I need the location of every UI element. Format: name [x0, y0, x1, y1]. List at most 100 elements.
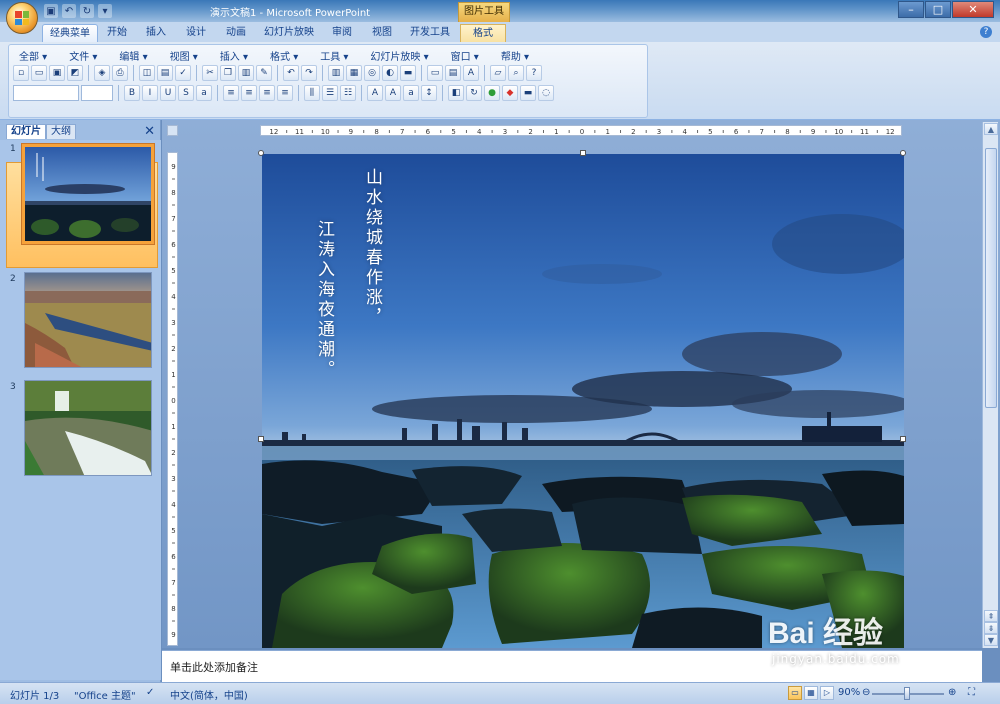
tab-animations[interactable]: 动画 [218, 24, 254, 42]
menu-insert[interactable]: 插入 ▾ [214, 47, 254, 64]
italic-icon[interactable]: I [142, 85, 158, 101]
textbox-icon[interactable]: A [463, 65, 479, 81]
hyperlink-icon[interactable]: ◎ [364, 65, 380, 81]
save-icon[interactable]: ▣ [49, 65, 65, 81]
line-style-icon[interactable]: ▬ [520, 85, 536, 101]
office-button[interactable] [6, 2, 38, 34]
resize-handle-nw[interactable] [258, 150, 264, 156]
tab-review[interactable]: 审阅 [324, 24, 360, 42]
strikethrough-icon[interactable]: S [178, 85, 194, 101]
shrink-font-icon[interactable]: a [403, 85, 419, 101]
font-name-combo[interactable] [13, 85, 79, 101]
new-slide-icon[interactable]: ▭ [427, 65, 443, 81]
shape-icon[interactable]: ▬ [400, 65, 416, 81]
undo-icon[interactable]: ↶ [283, 65, 299, 81]
fit-to-window-icon[interactable]: ⛶ [968, 687, 975, 698]
close-button[interactable]: ✕ [952, 1, 994, 18]
slide-background-photo[interactable] [262, 154, 904, 648]
columns-icon[interactable]: ⫼ [304, 85, 320, 101]
font-size-combo[interactable] [81, 85, 113, 101]
zoom-icon[interactable]: ⌕ [508, 65, 524, 81]
poem-line-1[interactable]: 山水绕城春作涨， [360, 168, 385, 328]
shadow-icon[interactable]: a [196, 85, 212, 101]
bold-icon[interactable]: B [124, 85, 140, 101]
bullets-icon[interactable]: ☰ [322, 85, 338, 101]
zoom-level[interactable]: 90% [838, 687, 860, 698]
cut-icon[interactable]: ✂ [202, 65, 218, 81]
menu-help[interactable]: 帮助 ▾ [495, 47, 535, 64]
save-icon[interactable]: ▣ [44, 4, 58, 18]
print-icon[interactable]: ⎙ [112, 65, 128, 81]
tab-format[interactable]: 格式 [460, 24, 506, 42]
tab-slideshow[interactable]: 幻灯片放映 [258, 24, 320, 42]
justify-icon[interactable]: ≡ [277, 85, 293, 101]
folder-icon[interactable]: ▱ [490, 65, 506, 81]
resize-handle-n[interactable] [580, 150, 586, 156]
resize-handle-ne[interactable] [900, 150, 906, 156]
slide-thumbnail-1[interactable] [22, 144, 154, 244]
layout-icon[interactable]: ▤ [445, 65, 461, 81]
undo-icon[interactable]: ↶ [62, 4, 76, 18]
tab-classic-menu[interactable]: 经典菜单 [42, 24, 98, 42]
menu-view[interactable]: 视图 ▾ [164, 47, 204, 64]
scroll-down-icon[interactable]: ▼ [984, 634, 998, 646]
align-left-icon[interactable]: ≡ [223, 85, 239, 101]
fill-color-icon[interactable]: ● [484, 85, 500, 101]
normal-view-button[interactable]: ▭ [788, 686, 802, 700]
zoom-slider-knob[interactable] [904, 687, 910, 700]
effects-icon[interactable]: ◌ [538, 85, 554, 101]
font-color-icon[interactable]: A [367, 85, 383, 101]
format-painter-icon[interactable]: ✎ [256, 65, 272, 81]
slide-sorter-button[interactable]: ▦ [804, 686, 818, 700]
resize-handle-w[interactable] [258, 436, 264, 442]
scroll-up-icon[interactable]: ▲ [984, 123, 998, 135]
tab-view[interactable]: 视图 [364, 24, 400, 42]
slide-thumbnail-3[interactable] [24, 380, 152, 476]
tab-insert[interactable]: 插入 [138, 24, 174, 42]
customize-qat-icon[interactable]: ▾ [98, 4, 112, 18]
poem-line-2[interactable]: 江涛入海夜通潮。 [312, 220, 337, 380]
notes-placeholder[interactable]: 单击此处添加备注 [170, 659, 258, 675]
zoom-out-icon[interactable]: ⊖ [862, 687, 870, 698]
slideshow-view-button[interactable]: ▷ [820, 686, 834, 700]
tab-outline[interactable]: 大纲 [46, 124, 76, 139]
spelling-icon[interactable]: ✓ [175, 65, 191, 81]
previous-slide-icon[interactable]: ⇞ [984, 610, 998, 622]
align-center-icon[interactable]: ≡ [241, 85, 257, 101]
permission-icon[interactable]: ◈ [94, 65, 110, 81]
scrollbar-thumb[interactable] [985, 148, 997, 408]
tab-slides[interactable]: 幻灯片 [6, 124, 46, 139]
new-icon[interactable]: ▫ [13, 65, 29, 81]
close-icon[interactable]: ✕ [144, 124, 155, 139]
zoom-in-icon[interactable]: ⊕ [948, 687, 956, 698]
tab-developer[interactable]: 开发工具 [404, 24, 456, 42]
vertical-scrollbar[interactable]: ▲ ⇞ ⇟ ▼ [982, 122, 998, 648]
table-icon[interactable]: ▦ [346, 65, 362, 81]
copy-icon[interactable]: ❐ [220, 65, 236, 81]
help-icon[interactable]: ? [980, 26, 992, 38]
redo-icon[interactable]: ↻ [80, 4, 94, 18]
color-icon[interactable]: ◐ [382, 65, 398, 81]
theme-name[interactable]: "Office 主题" [74, 687, 136, 702]
line-color-icon[interactable]: ◆ [502, 85, 518, 101]
paste-icon[interactable]: ▥ [238, 65, 254, 81]
grow-font-icon[interactable]: A [385, 85, 401, 101]
slide-canvas[interactable]: 山水绕城春作涨， 江涛入海夜通潮。 [262, 154, 904, 648]
menu-tools[interactable]: 工具 ▾ [314, 47, 354, 64]
arrange-icon[interactable]: ◧ [448, 85, 464, 101]
next-slide-icon[interactable]: ⇟ [984, 622, 998, 634]
minimize-button[interactable]: – [898, 1, 924, 18]
language-indicator[interactable]: 中文(简体，中国) [170, 687, 248, 702]
rotate-icon[interactable]: ↻ [466, 85, 482, 101]
resize-handle-e[interactable] [900, 436, 906, 442]
tab-design[interactable]: 设计 [178, 24, 214, 42]
menu-window[interactable]: 窗口 ▾ [445, 47, 485, 64]
chart-icon[interactable]: ▥ [328, 65, 344, 81]
help-icon[interactable]: ? [526, 65, 542, 81]
menu-file[interactable]: 文件 ▾ [63, 47, 103, 64]
menu-format[interactable]: 格式 ▾ [264, 47, 304, 64]
open-icon[interactable]: ▭ [31, 65, 47, 81]
align-right-icon[interactable]: ≡ [259, 85, 275, 101]
numbering-icon[interactable]: ☷ [340, 85, 356, 101]
print-preview-icon[interactable]: ◫ [139, 65, 155, 81]
